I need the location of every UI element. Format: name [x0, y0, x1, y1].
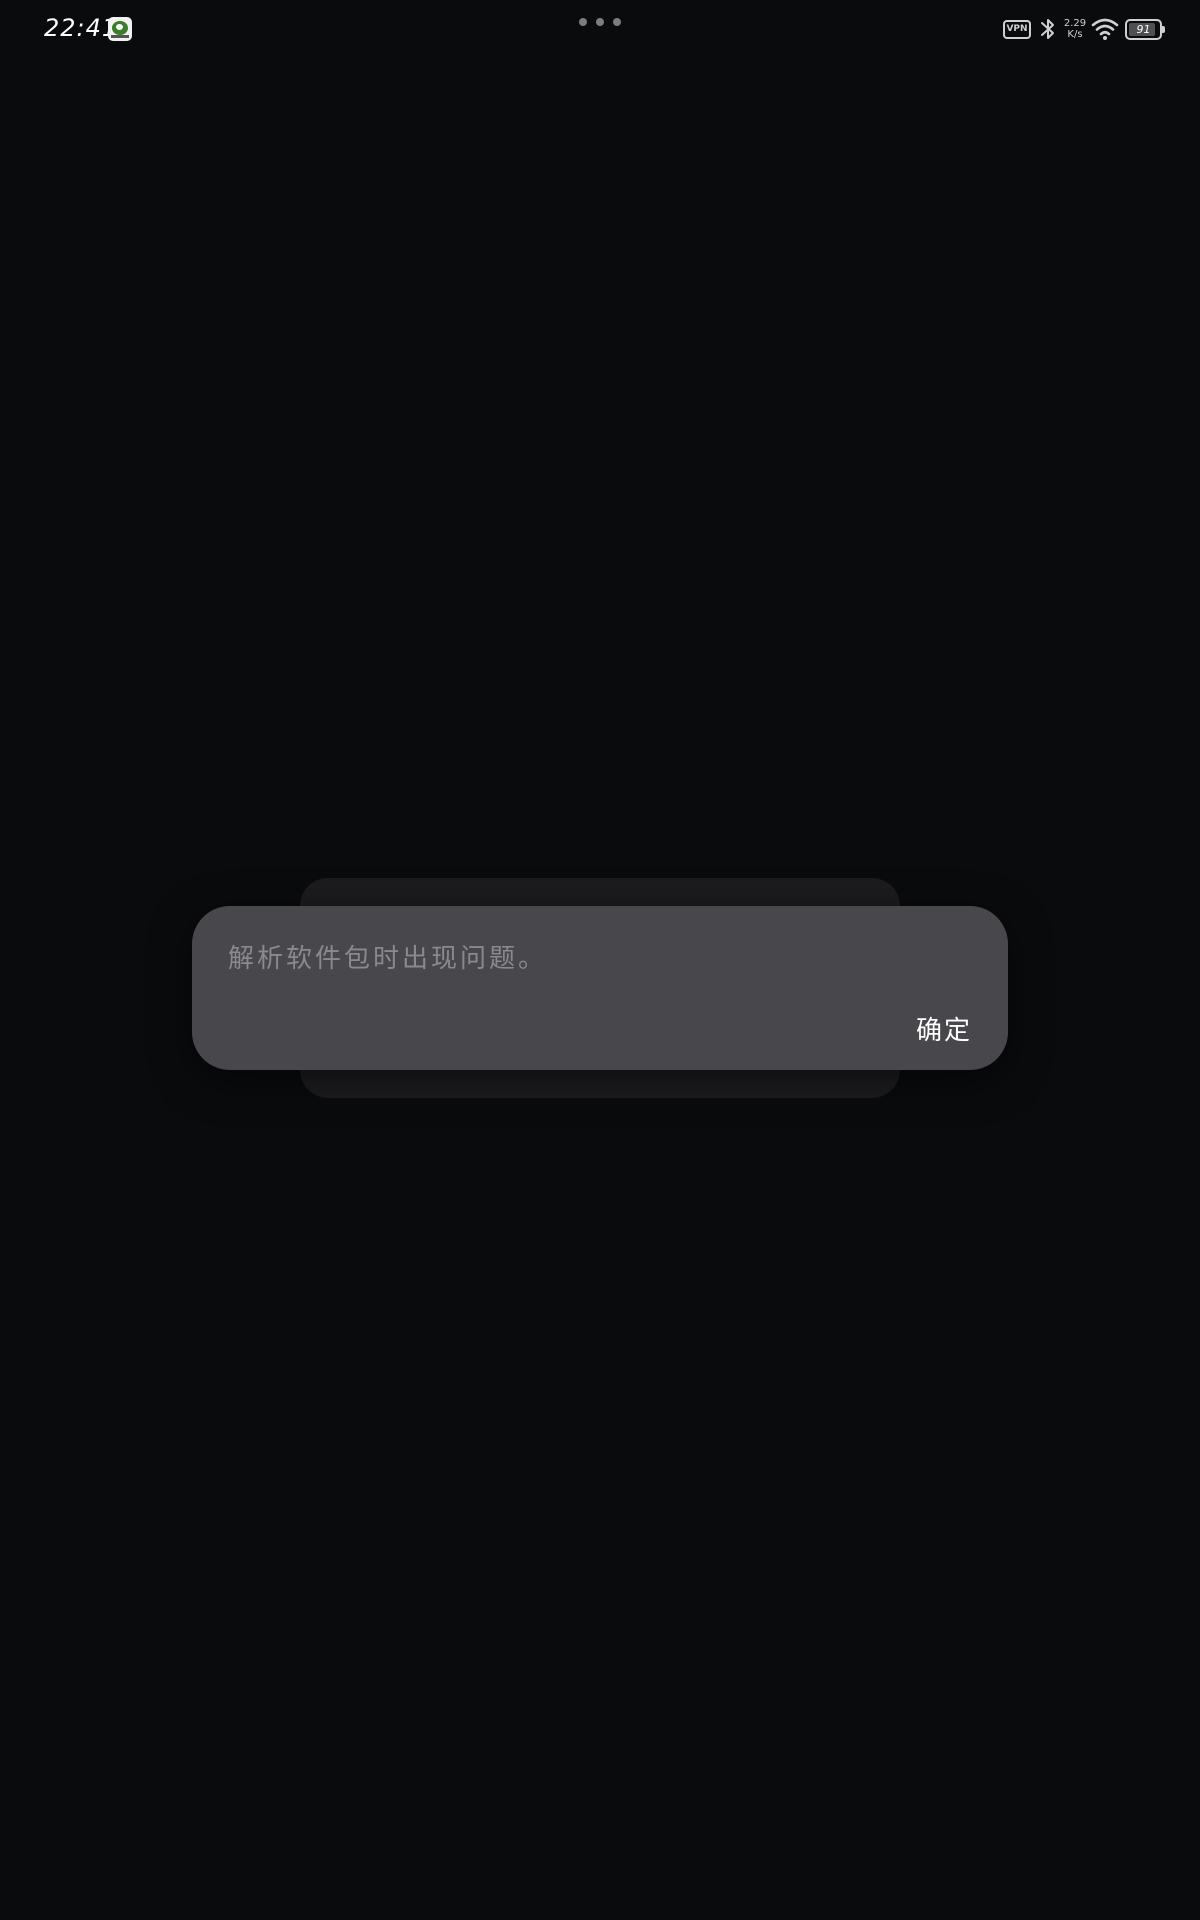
screen: 22:41 VPN 2.29 K/s 91 解析软件包时出现问题。 确定 — [0, 0, 1200, 1920]
multitask-dots-icon[interactable] — [579, 18, 621, 26]
app-notification-icon — [108, 17, 132, 41]
status-bar: 22:41 VPN 2.29 K/s 91 — [0, 0, 1200, 60]
dialog-message: 解析软件包时出现问题。 — [228, 944, 548, 974]
error-dialog: 解析软件包时出现问题。 确定 — [192, 906, 1008, 1070]
battery-icon: 91 — [1125, 19, 1165, 40]
network-speed-value: 2.29 — [1063, 18, 1087, 29]
bluetooth-icon — [1041, 19, 1054, 39]
confirm-button[interactable]: 确定 — [916, 1010, 972, 1047]
wifi-icon — [1091, 18, 1119, 40]
battery-level: 91 — [1136, 23, 1151, 36]
vpn-badge: VPN — [1003, 20, 1031, 39]
network-speed-unit: K/s — [1067, 29, 1083, 40]
network-speed: 2.29 K/s — [1062, 18, 1088, 40]
